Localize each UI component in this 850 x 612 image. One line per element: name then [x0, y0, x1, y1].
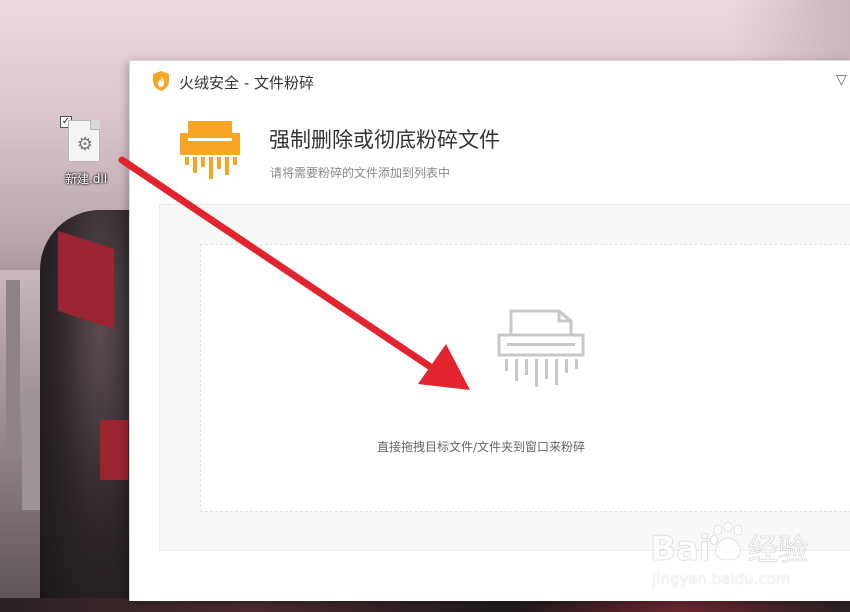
- drop-zone-hint: 直接拖拽目标文件/文件夹到窗口来粉碎: [376, 440, 586, 454]
- shredder-outline-icon: [497, 309, 585, 387]
- baidu-paw-logo: Bai 经验: [650, 521, 808, 569]
- wallpaper-sky: [730, 0, 850, 60]
- svg-text:Bai: Bai: [650, 529, 711, 568]
- gear-icon: ⚙: [76, 134, 94, 155]
- window-titlebar[interactable]: 火绒安全 - 文件粉碎 ▽: [130, 61, 850, 101]
- dll-file-icon: ⚙: [68, 120, 100, 162]
- baidu-watermark: Bai 经验 jingyan.baidu.com: [648, 520, 828, 592]
- flame-shield-icon: [153, 71, 169, 91]
- window-menu-button[interactable]: ▽: [836, 71, 850, 89]
- window-title: 火绒安全 - 文件粉碎: [179, 74, 314, 92]
- wallpaper-robot-armor: [100, 420, 128, 480]
- page-title: 强制删除或彻底粉碎文件: [269, 128, 500, 152]
- page-subtitle: 请将需要粉碎的文件添加到列表中: [270, 166, 451, 180]
- desktop-file-icon[interactable]: ✓ ⚙ 新建.dll: [58, 116, 114, 190]
- desktop-file-label: 新建.dll: [64, 172, 108, 186]
- drop-zone[interactable]: 直接拖拽目标文件/文件夹到窗口来粉碎: [200, 244, 850, 512]
- svg-text:经验: 经验: [748, 533, 808, 568]
- shredder-icon: [180, 121, 240, 179]
- file-list-area[interactable]: 直接拖拽目标文件/文件夹到窗口来粉碎: [159, 204, 850, 551]
- watermark-url: jingyan.baidu.com: [652, 570, 791, 588]
- wallpaper-building: [6, 280, 20, 460]
